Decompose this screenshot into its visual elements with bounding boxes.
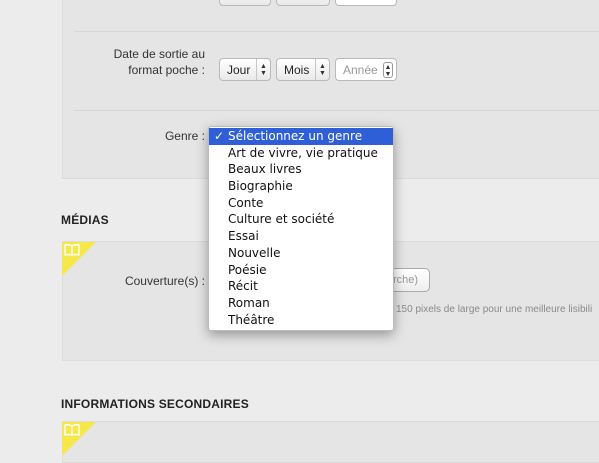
genre-option[interactable]: Nouvelle	[209, 245, 393, 262]
month-select-value: Mois	[284, 63, 310, 77]
book-icon	[64, 424, 80, 436]
genre-option[interactable]: Roman	[209, 295, 393, 312]
medias-section-title: MÉDIAS	[61, 213, 109, 227]
divider	[74, 110, 599, 111]
genre-option[interactable]: Essai	[209, 228, 393, 245]
stepper-icon[interactable]: ▲ ▼	[383, 62, 393, 78]
genre-option[interactable]: Poésie	[209, 262, 393, 279]
release-pocket-label-line1: Date de sortie au	[113, 47, 205, 61]
genre-option[interactable]: Culture et société	[209, 211, 393, 228]
book-icon	[64, 244, 80, 256]
genre-option-label: Sélectionnez un genre	[228, 129, 363, 143]
genre-option[interactable]: ✓ Sélectionnez un genre	[209, 128, 393, 145]
genre-option[interactable]: Beaux livres	[209, 161, 393, 178]
divider	[74, 31, 599, 32]
release-pocket-label-line2: format poche :	[128, 63, 205, 77]
year-input[interactable]: Année ▲ ▼	[335, 58, 397, 81]
release-pocket-label: Date de sortie au format poche :	[92, 46, 205, 78]
genre-option[interactable]: Biographie	[209, 178, 393, 195]
prev-month-select[interactable]	[276, 0, 330, 6]
genre-option[interactable]: Conte	[209, 195, 393, 212]
month-select[interactable]: Mois ▲ ▼	[276, 58, 330, 81]
day-select[interactable]: Jour ▲ ▼	[219, 58, 271, 81]
cover-hint: 150 pixels de large pour une meilleure l…	[396, 304, 593, 315]
genre-dropdown[interactable]: ✓ Sélectionnez un genre Art de vivre, vie…	[208, 126, 394, 331]
browse-button-label: rche)	[393, 274, 419, 286]
secondary-panel	[62, 421, 599, 463]
cover-label: Couverture(s) :	[124, 274, 205, 288]
prev-day-select[interactable]	[219, 0, 271, 6]
checkmark-icon: ✓	[214, 129, 225, 143]
year-input-placeholder: Année	[343, 63, 378, 77]
up-down-arrows-icon: ▲ ▼	[256, 59, 270, 80]
genre-option[interactable]: Récit	[209, 278, 393, 295]
prev-year-input[interactable]	[335, 0, 397, 6]
up-down-arrows-icon: ▲ ▼	[315, 59, 329, 80]
genre-option[interactable]: Théâtre	[209, 312, 393, 329]
day-select-value: Jour	[227, 63, 251, 77]
genre-label: Genre :	[164, 129, 205, 143]
genre-option[interactable]: Art de vivre, vie pratique	[209, 145, 393, 162]
secondary-section-title: INFORMATIONS SECONDAIRES	[61, 397, 249, 411]
